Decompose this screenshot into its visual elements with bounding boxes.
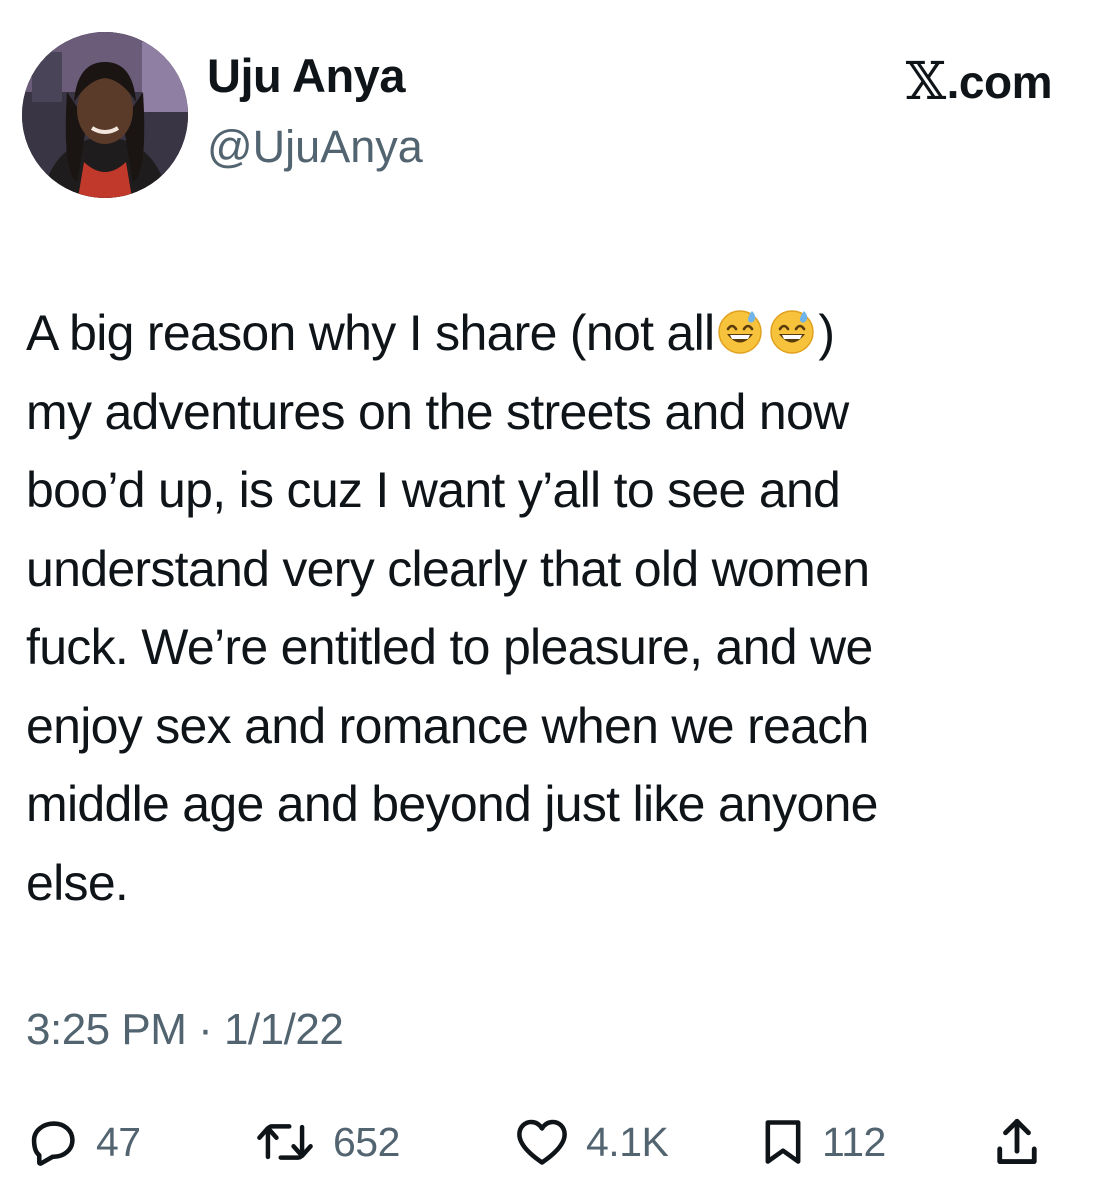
retweet-icon xyxy=(257,1124,313,1160)
bookmark-button[interactable]: 112 xyxy=(760,1112,886,1172)
tweet-card: Uju Anya @UjuAnya 𝕏 .com A big reason wh… xyxy=(0,0,1094,1200)
display-name[interactable]: Uju Anya xyxy=(207,50,405,102)
source-label: 𝕏 .com xyxy=(905,52,1053,112)
tweet-line: understand very clearly that old women xyxy=(26,540,870,597)
tweet-line: middle age and beyond just like anyone xyxy=(26,776,878,832)
bookmark-count: 112 xyxy=(822,1118,886,1165)
tweet-line-suffix: ) xyxy=(818,305,835,361)
like-button[interactable]: 4.1K xyxy=(514,1112,669,1172)
like-count: 4.1K xyxy=(586,1118,669,1165)
handle[interactable]: @UjuAnya xyxy=(207,122,423,172)
retweet-count: 652 xyxy=(333,1118,400,1165)
tweet-line-text: A big reason why I share (not all xyxy=(26,305,715,361)
share-icon xyxy=(997,1118,1037,1164)
timestamp[interactable]: 3:25 PM · 1/1/22 xyxy=(26,1005,344,1054)
tweet-line: else. xyxy=(26,854,129,911)
x-logo-icon: 𝕏 xyxy=(905,52,946,112)
source-domain: .com xyxy=(946,55,1053,108)
tweet-line: boo’d up, is cuz I want y’all to see and xyxy=(26,462,841,518)
heart-icon xyxy=(517,1119,567,1165)
tweet-line: A big reason why I share (not all) xyxy=(26,294,1076,373)
grinning-face-with-sweat-emoji xyxy=(716,307,764,355)
tweet-line: my adventures on the streets and now xyxy=(26,383,849,440)
avatar[interactable] xyxy=(22,32,188,198)
avatar-image xyxy=(22,32,188,198)
reply-button[interactable]: 47 xyxy=(28,1112,141,1172)
reply-icon xyxy=(31,1121,75,1166)
share-button[interactable] xyxy=(994,1112,1040,1172)
tweet-line: fuck. We’re entitled to pleasure, and we xyxy=(26,619,873,675)
bookmark-icon xyxy=(765,1120,801,1164)
retweet-button[interactable]: 652 xyxy=(253,1112,400,1172)
grinning-face-with-sweat-emoji xyxy=(768,307,816,355)
tweet-text: A big reason why I share (not all) my a… xyxy=(26,294,1076,922)
tweet-line: enjoy sex and romance when we reach xyxy=(26,697,869,754)
reply-count: 47 xyxy=(96,1118,141,1165)
